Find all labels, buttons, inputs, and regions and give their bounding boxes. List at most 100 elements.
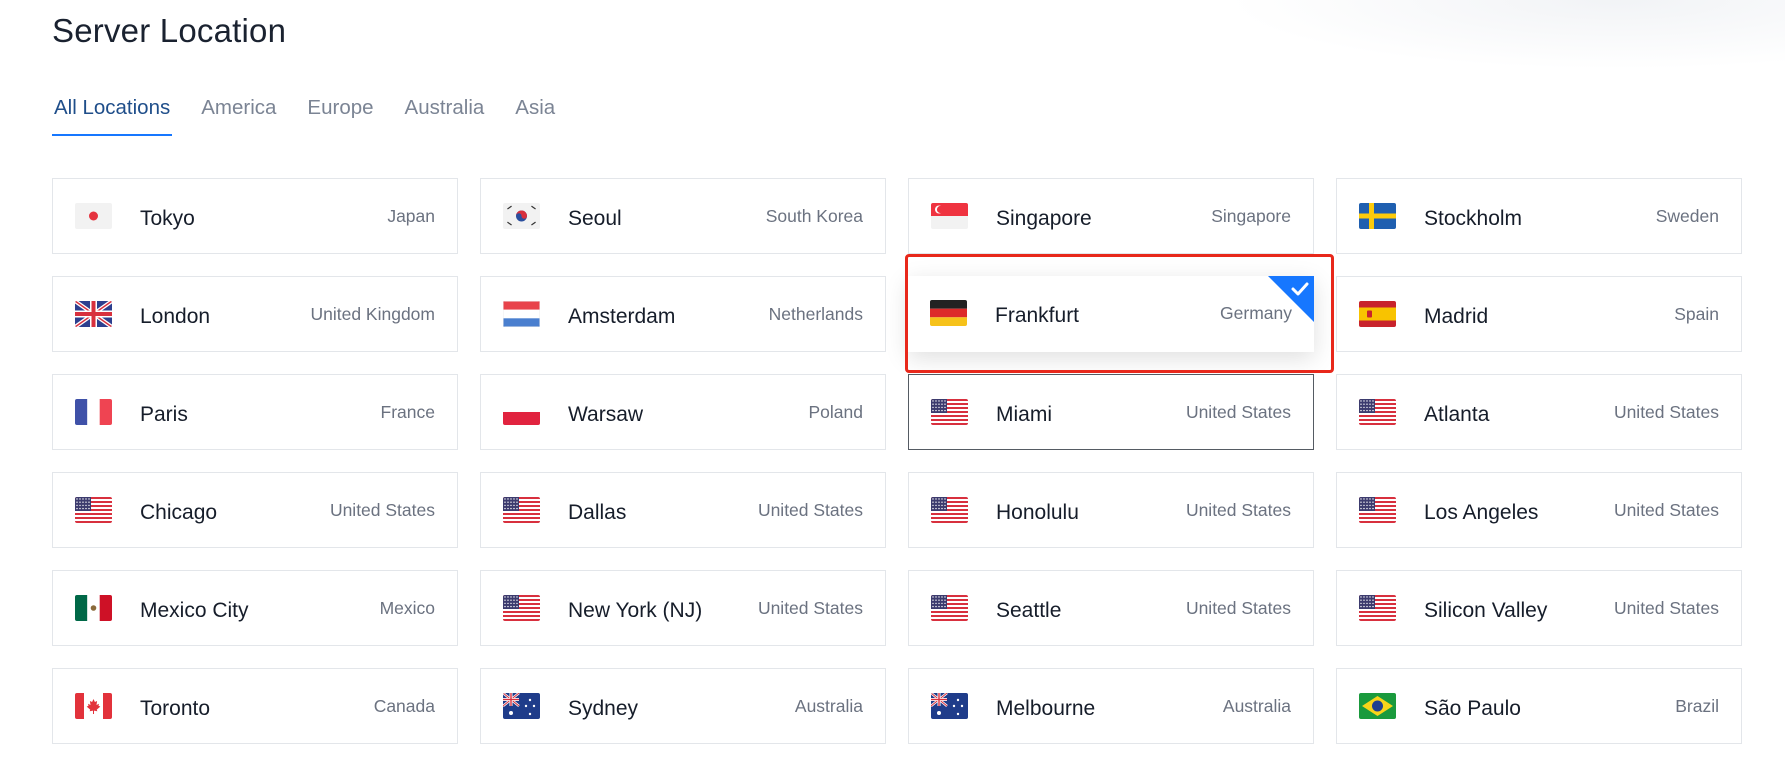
location-card-atlanta[interactable]: Atlanta United States: [1336, 374, 1742, 450]
location-country: Sweden: [1655, 206, 1719, 226]
location-country: United States: [1185, 402, 1291, 422]
location-card-chicago[interactable]: Chicago United States: [52, 472, 458, 548]
location-city: Dallas: [568, 501, 627, 524]
location-grid: Tokyo Japan Seoul South Korea Singapore Singa…: [52, 178, 1746, 744]
us-flag-icon: [1359, 497, 1396, 523]
location-country: South Korea: [765, 206, 863, 226]
mx-flag-icon: [75, 595, 112, 621]
br-flag-icon: [1359, 693, 1396, 719]
location-country: Japan: [387, 206, 435, 226]
location-city: Mexico City: [140, 599, 249, 622]
location-card-tokyo[interactable]: Tokyo Japan: [52, 178, 458, 254]
location-city: Melbourne: [996, 697, 1096, 720]
header-glow: [1225, 0, 1785, 70]
tab-all-locations[interactable]: All Locations: [52, 92, 173, 136]
location-city: Atlanta: [1424, 403, 1490, 426]
location-city: São Paulo: [1424, 697, 1521, 720]
location-city: Los Angeles: [1424, 501, 1539, 524]
location-country: Canada: [373, 696, 435, 716]
pl-flag-icon: [503, 399, 540, 425]
location-city: Tokyo: [140, 207, 195, 230]
location-city: Singapore: [996, 207, 1092, 230]
us-flag-icon: [75, 497, 112, 523]
location-country: United Kingdom: [310, 304, 435, 324]
location-card-singapore[interactable]: Singapore Singapore: [908, 178, 1314, 254]
location-card-toronto[interactable]: Toronto Canada: [52, 668, 458, 744]
location-card-paris[interactable]: Paris France: [52, 374, 458, 450]
location-card-london[interactable]: London United Kingdom: [52, 276, 458, 352]
location-country: Poland: [808, 402, 864, 422]
location-card-warsaw[interactable]: Warsaw Poland: [480, 374, 886, 450]
location-card-s-o-paulo[interactable]: São Paulo Brazil: [1336, 668, 1742, 744]
location-city: Miami: [996, 403, 1052, 426]
location-city: New York (NJ): [568, 599, 703, 622]
tab-america[interactable]: America: [199, 92, 278, 136]
location-card-seoul[interactable]: Seoul South Korea: [480, 178, 886, 254]
us-flag-icon: [931, 595, 968, 621]
location-country: Brazil: [1675, 696, 1719, 716]
location-card-new-york-nj[interactable]: New York (NJ) United States: [480, 570, 886, 646]
us-flag-icon: [1359, 595, 1396, 621]
location-city: Amsterdam: [568, 305, 676, 328]
location-card-melbourne[interactable]: Melbourne Australia: [908, 668, 1314, 744]
location-city: Chicago: [140, 501, 218, 524]
location-country: Netherlands: [768, 304, 863, 324]
location-card-miami[interactable]: Miami United States: [908, 374, 1314, 450]
location-city: Seoul: [568, 207, 622, 230]
kr-flag-icon: [503, 203, 540, 229]
fr-flag-icon: [75, 399, 112, 425]
location-country: Singapore: [1211, 206, 1291, 226]
es-flag-icon: [1359, 301, 1396, 327]
location-country: France: [380, 402, 435, 422]
se-flag-icon: [1359, 203, 1396, 229]
tab-europe[interactable]: Europe: [305, 92, 375, 136]
location-city: Madrid: [1424, 305, 1489, 328]
au-flag-icon: [503, 693, 540, 719]
location-country: Mexico: [379, 598, 435, 618]
tab-australia[interactable]: Australia: [403, 92, 487, 136]
us-flag-icon: [503, 595, 540, 621]
location-city: London: [140, 305, 211, 328]
location-country: United States: [1613, 402, 1719, 422]
sg-flag-icon: [931, 203, 968, 229]
us-flag-icon: [503, 497, 540, 523]
au-flag-icon: [931, 693, 968, 719]
location-country: United States: [757, 598, 863, 618]
location-city: Warsaw: [568, 403, 644, 426]
location-city: Stockholm: [1424, 207, 1523, 230]
location-city: Toronto: [140, 697, 211, 720]
location-country: United States: [1613, 598, 1719, 618]
location-card-stockholm[interactable]: Stockholm Sweden: [1336, 178, 1742, 254]
location-city: Sydney: [568, 697, 639, 720]
location-card-sydney[interactable]: Sydney Australia: [480, 668, 886, 744]
region-tabs: All Locations America Europe Australia A…: [52, 92, 584, 136]
location-country: United States: [1185, 500, 1291, 520]
nl-flag-icon: [503, 301, 540, 327]
location-country: United States: [329, 500, 435, 520]
page-title: Server Location: [52, 12, 287, 49]
location-city: Paris: [140, 403, 188, 426]
location-card-mexico-city[interactable]: Mexico City Mexico: [52, 570, 458, 646]
location-card-seattle[interactable]: Seattle United States: [908, 570, 1314, 646]
location-card-los-angeles[interactable]: Los Angeles United States: [1336, 472, 1742, 548]
location-card-frankfurt[interactable]: Frankfurt Germany: [908, 276, 1314, 352]
us-flag-icon: [1359, 399, 1396, 425]
location-country: Spain: [1674, 304, 1719, 324]
us-flag-icon: [931, 497, 968, 523]
selected-check-icon: [1268, 276, 1314, 322]
location-card-honolulu[interactable]: Honolulu United States: [908, 472, 1314, 548]
de-flag-icon: [930, 300, 967, 326]
location-card-silicon-valley[interactable]: Silicon Valley United States: [1336, 570, 1742, 646]
gb-flag-icon: [75, 301, 112, 327]
location-city: Honolulu: [996, 501, 1079, 524]
location-city: Silicon Valley: [1424, 599, 1548, 622]
location-country: United States: [1185, 598, 1291, 618]
tab-asia[interactable]: Asia: [513, 92, 557, 136]
location-card-amsterdam[interactable]: Amsterdam Netherlands: [480, 276, 886, 352]
location-country: Australia: [794, 696, 863, 716]
location-card-dallas[interactable]: Dallas United States: [480, 472, 886, 548]
location-country: United States: [1613, 500, 1719, 520]
location-card-madrid[interactable]: Madrid Spain: [1336, 276, 1742, 352]
location-city: Frankfurt: [995, 304, 1080, 327]
ca-flag-icon: [75, 693, 112, 719]
